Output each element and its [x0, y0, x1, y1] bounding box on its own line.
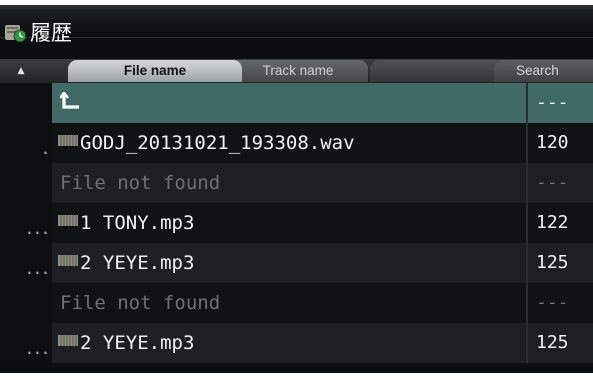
tab-empty[interactable] [370, 60, 510, 82]
history-app-icon [5, 25, 27, 43]
tab-track-name[interactable]: Track name [228, 60, 368, 82]
window-title: 履歴 [30, 21, 72, 45]
file-name-cell: GODJ_20131021_193308.wav [52, 123, 528, 163]
row-marker [0, 283, 52, 323]
file-name-cell: 2 YEYE.mp3 [52, 323, 528, 363]
list-item-missing[interactable]: File not found --- [0, 283, 593, 323]
list-item-missing[interactable]: File not found --- [0, 163, 593, 203]
list-item[interactable]: ... 2 YEYE.mp3 125 [0, 323, 593, 363]
bpm-cell: 122 [528, 203, 593, 243]
row-marker: ... [0, 243, 52, 283]
bottom-edge [0, 373, 593, 378]
parent-folder-arrow-icon [60, 92, 79, 109]
file-name-cell: 1 TONY.mp3 [52, 203, 528, 243]
bpm-cell: --- [528, 283, 593, 323]
file-name-cell: 2 YEYE.mp3 [52, 243, 528, 283]
file-name-cell: File not found [52, 163, 528, 203]
bpm-cell: --- [528, 163, 593, 203]
list-item[interactable]: ... 2 YEYE.mp3 125 [0, 243, 593, 283]
list-item-parent[interactable]: --- [0, 83, 593, 123]
bpm-cell: 125 [528, 243, 593, 283]
audio-file-icon [58, 255, 78, 266]
row-marker: ... [0, 203, 52, 243]
audio-file-icon [58, 335, 78, 346]
bpm-cell: --- [528, 83, 593, 123]
row-marker [0, 163, 52, 203]
list-item[interactable]: . GODJ_20131021_193308.wav 120 [0, 123, 593, 163]
list-item[interactable]: ... 1 TONY.mp3 122 [0, 203, 593, 243]
bpm-cell: 125 [528, 323, 593, 363]
top-edge [0, 0, 593, 9]
file-name-cell [52, 83, 528, 123]
file-name-cell: File not found [52, 283, 528, 323]
history-panel: 履歴 ▲ Search Track name File name --- . G… [0, 0, 593, 378]
audio-file-icon [58, 215, 78, 226]
row-marker: ... [0, 323, 52, 363]
row-marker [0, 83, 52, 123]
tab-file-name[interactable]: File name [68, 60, 242, 82]
sort-toggle-icon[interactable]: ▲ [10, 60, 32, 82]
tab-search[interactable]: Search [494, 60, 593, 82]
audio-file-icon [58, 135, 78, 146]
history-list: --- . GODJ_20131021_193308.wav 120 File … [0, 83, 593, 373]
tab-bar: ▲ Search Track name File name [0, 59, 593, 84]
bpm-cell: 120 [528, 123, 593, 163]
row-marker: . [0, 123, 52, 163]
title-bar: 履歴 [0, 9, 593, 45]
